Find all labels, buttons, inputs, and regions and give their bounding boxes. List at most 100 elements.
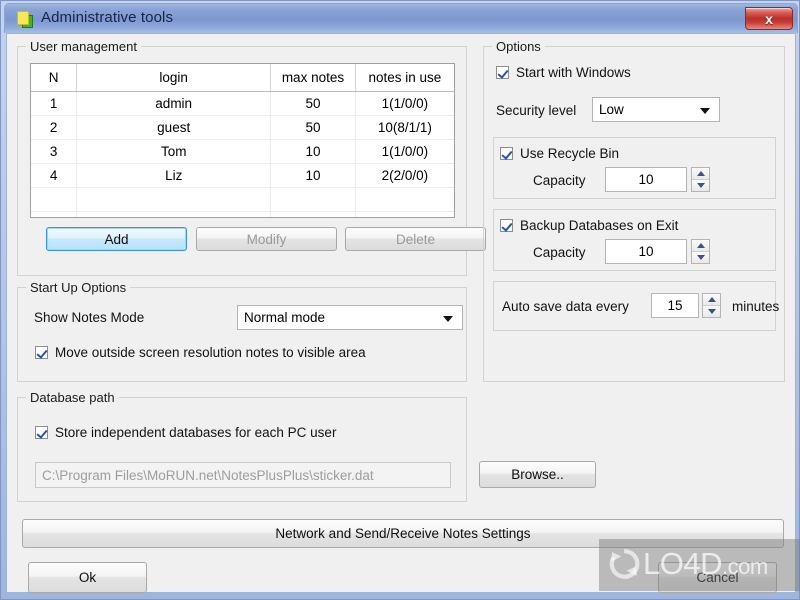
recycle-bin-capacity-stepper[interactable] (691, 167, 710, 192)
cell-login: Liz (76, 163, 272, 188)
backup-capacity-stepper[interactable] (691, 239, 710, 264)
cell-n: 1 (31, 91, 78, 116)
cell-notes-in-use: 1(1/0/0) (355, 91, 454, 116)
autosave-interval-value: 15 (667, 298, 683, 313)
cancel-button[interactable]: Cancel (658, 562, 777, 593)
close-button[interactable]: x (745, 7, 793, 30)
dialog-window: Administrative tools x User management N… (0, 0, 800, 600)
security-level-value: Low (599, 102, 624, 117)
stepper-down-icon[interactable] (692, 252, 709, 263)
autosave-interval-stepper[interactable] (702, 293, 721, 318)
column-header-max-notes[interactable]: max notes (270, 64, 356, 92)
table-row[interactable]: 3 Tom 10 1(1/0/0) (31, 139, 454, 164)
cell-notes-in-use: 2(2/0/0) (355, 163, 454, 188)
ok-button[interactable]: Ok (28, 562, 147, 593)
add-button[interactable]: Add (46, 227, 187, 251)
autosave-interval-input[interactable]: 15 (651, 293, 699, 318)
cell-max-notes: 50 (270, 115, 356, 140)
database-path-value: C:\Program Files\MoRUN.net\NotesPlusPlus… (42, 467, 374, 483)
start-up-options-group: Start Up Options Show Notes Mode Normal … (17, 280, 467, 382)
browse-button[interactable]: Browse.. (479, 461, 596, 488)
store-independent-databases-checkbox[interactable]: Store independent databases for each PC … (35, 425, 336, 440)
stepper-down-icon[interactable] (703, 306, 720, 317)
checkbox-icon (500, 147, 513, 160)
network-settings-button[interactable]: Network and Send/Receive Notes Settings (22, 519, 784, 548)
users-table[interactable]: N login max notes notes in use 1 admin 5… (30, 63, 455, 218)
notes-icon (17, 11, 34, 28)
options-group: Options Start with Windows Security leve… (483, 39, 785, 382)
use-recycle-bin-label: Use Recycle Bin (520, 146, 620, 161)
backup-capacity-label: Capacity (533, 245, 586, 260)
cell-empty (31, 187, 78, 212)
show-notes-mode-label: Show Notes Mode (34, 310, 145, 325)
move-outside-checkbox[interactable]: Move outside screen resolution notes to … (35, 345, 366, 360)
cell-login: admin (76, 91, 272, 116)
show-notes-mode-value: Normal mode (244, 310, 326, 325)
checkbox-icon (496, 66, 509, 79)
security-level-label: Security level (496, 103, 577, 118)
backup-capacity-input[interactable]: 10 (605, 239, 687, 264)
cell-login: Tom (76, 139, 272, 164)
autosave-panel: Auto save data every 15 minutes (493, 281, 780, 331)
delete-button[interactable]: Delete (345, 227, 486, 251)
start-with-windows-checkbox[interactable]: Start with Windows (496, 65, 631, 80)
column-header-notes-in-use[interactable]: notes in use (355, 64, 454, 92)
checkbox-icon (500, 219, 513, 232)
recycle-bin-capacity-value: 10 (638, 172, 654, 187)
backup-databases-checkbox[interactable]: Backup Databases on Exit (500, 218, 678, 233)
cell-empty (270, 187, 356, 212)
options-legend: Options (492, 39, 545, 54)
checkbox-icon (35, 346, 48, 359)
cell-empty (270, 211, 356, 217)
table-row[interactable]: 4 Liz 10 2(2/0/0) (31, 163, 454, 188)
cell-n: 2 (31, 115, 78, 140)
cell-n: 3 (31, 139, 78, 164)
store-independent-databases-label: Store independent databases for each PC … (55, 425, 337, 440)
autosave-suffix-label: minutes (732, 299, 780, 314)
cell-empty (76, 187, 272, 212)
checkbox-icon (35, 426, 48, 439)
table-row[interactable]: 2 guest 50 10(8/1/1) (31, 115, 454, 140)
database-path-group: Database path Store independent database… (17, 390, 467, 502)
cell-n: 4 (31, 163, 78, 188)
cell-login: guest (76, 115, 272, 140)
stepper-up-icon[interactable] (692, 168, 709, 180)
title-bar: Administrative tools x (4, 3, 798, 33)
column-header-login[interactable]: login (76, 64, 272, 92)
table-row-empty[interactable] (31, 187, 454, 212)
database-path-input[interactable]: C:\Program Files\MoRUN.net\NotesPlusPlus… (35, 462, 451, 488)
table-row[interactable]: 1 admin 50 1(1/0/0) (31, 91, 454, 116)
show-notes-mode-select[interactable]: Normal mode (237, 305, 463, 330)
window-title: Administrative tools (41, 9, 174, 26)
recycle-bin-capacity-input[interactable]: 10 (605, 167, 687, 192)
cell-notes-in-use: 1(1/0/0) (355, 139, 454, 164)
stepper-up-icon[interactable] (692, 240, 709, 252)
security-level-select[interactable]: Low (592, 97, 720, 122)
user-management-group: User management N login max notes notes … (17, 39, 486, 276)
table-row-empty[interactable] (31, 211, 454, 217)
stepper-down-icon[interactable] (692, 180, 709, 191)
dialog-client-area: User management N login max notes notes … (6, 33, 796, 593)
user-management-legend: User management (26, 39, 141, 54)
cell-empty (355, 187, 454, 212)
chevron-down-icon (700, 107, 710, 114)
modify-button[interactable]: Modify (196, 227, 337, 251)
recycle-bin-panel: Use Recycle Bin Capacity 10 (493, 137, 776, 199)
cell-empty (355, 211, 454, 217)
cell-empty (31, 211, 78, 217)
start-with-windows-label: Start with Windows (516, 65, 631, 80)
chevron-down-icon (443, 315, 453, 322)
database-path-legend: Database path (26, 390, 119, 405)
backup-capacity-value: 10 (638, 244, 654, 259)
cell-max-notes: 10 (270, 163, 356, 188)
recycle-bin-capacity-label: Capacity (533, 173, 586, 188)
move-outside-label: Move outside screen resolution notes to … (55, 345, 366, 360)
autosave-prefix-label: Auto save data every (502, 299, 629, 314)
close-icon: x (765, 10, 773, 27)
backup-databases-label: Backup Databases on Exit (520, 218, 679, 233)
start-up-options-legend: Start Up Options (26, 280, 131, 295)
use-recycle-bin-checkbox[interactable]: Use Recycle Bin (500, 146, 619, 161)
stepper-up-icon[interactable] (703, 294, 720, 306)
cell-empty (76, 211, 272, 217)
column-header-n[interactable]: N (31, 64, 78, 92)
